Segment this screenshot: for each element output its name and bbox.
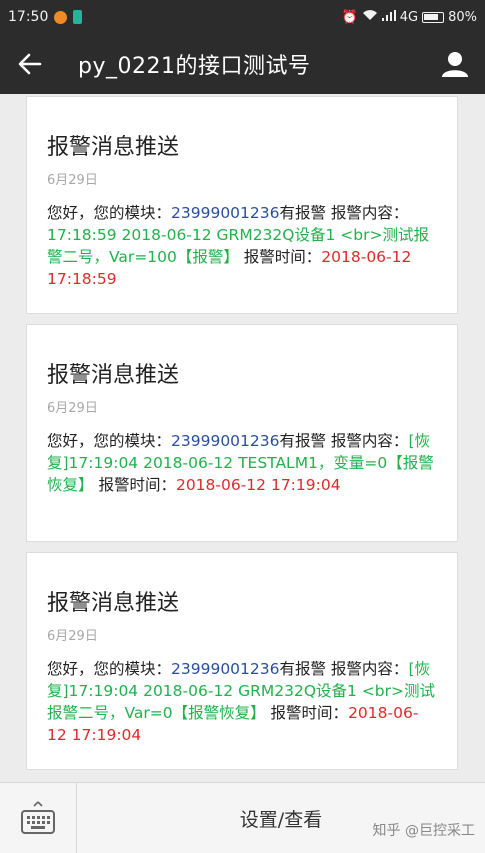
message-body: 您好，您的模块：23999001236有报警 报警内容：17:18:59 201… — [47, 202, 437, 290]
back-button[interactable] — [0, 34, 60, 94]
alarm-time-label: 报警时间： — [238, 248, 322, 266]
message-body: 您好，您的模块：23999001236有报警 报警内容：[恢复]17:19:04… — [47, 658, 437, 746]
message-card[interactable]: 报警消息推送 6月29日 您好，您的模块：23999001236有报警 报警内容… — [26, 96, 458, 314]
message-date: 6月29日 — [47, 401, 98, 416]
message-date: 6月29日 — [47, 173, 98, 188]
greeting-text: 您好，您的模块： — [47, 660, 172, 678]
module-id: 23999001236 — [171, 432, 280, 450]
alarm-prefix: 有报警 报警内容： — [279, 660, 409, 678]
message-date: 6月29日 — [47, 629, 98, 644]
status-time: 17:50 — [8, 9, 49, 25]
watermark: 知乎 @巨控采工 — [372, 823, 475, 839]
arrow-left-icon — [18, 53, 42, 75]
greeting-text: 您好，您的模块： — [47, 432, 172, 450]
message-title: 报警消息推送 — [47, 591, 180, 616]
alarm-time: 2018-06-12 17:19:04 — [175, 476, 341, 494]
alarm-time-label: 报警时间： — [93, 476, 176, 494]
alarm-time-label: 报警时间： — [265, 704, 349, 722]
notification-sim-icon — [73, 10, 83, 24]
person-icon — [442, 52, 468, 77]
keyboard-toggle-button[interactable] — [0, 783, 77, 853]
message-list[interactable]: 报警消息推送 6月29日 您好，您的模块：23999001236有报警 报警内容… — [0, 94, 485, 782]
greeting-text: 您好，您的模块： — [47, 204, 172, 222]
keyboard-icon — [21, 801, 55, 834]
alarm-prefix: 有报警 报警内容： — [279, 432, 409, 450]
message-title: 报警消息推送 — [47, 363, 180, 388]
module-id: 23999001236 — [171, 660, 280, 678]
wifi-icon — [362, 9, 378, 25]
signal-icon — [381, 9, 396, 25]
battery-icon — [422, 11, 445, 23]
battery-level: 80% — [448, 9, 477, 25]
bottom-menu-bar: 设置/查看 — [0, 782, 485, 853]
message-title: 报警消息推送 — [47, 135, 180, 160]
alarm-prefix: 有报警 报警内容： — [279, 204, 409, 222]
notification-app-icon — [54, 10, 68, 24]
network-type: 4G — [399, 9, 419, 25]
message-card[interactable]: 报警消息推送 6月29日 您好，您的模块：23999001236有报警 报警内容… — [26, 552, 458, 770]
page-title: py_0221的接口测试号 — [78, 54, 311, 79]
status-indicators: ⏰ 4G 80% — [342, 9, 477, 25]
profile-button[interactable] — [425, 34, 485, 94]
message-card[interactable]: 报警消息推送 6月29日 您好，您的模块：23999001236有报警 报警内容… — [26, 324, 458, 542]
alarm-clock-icon: ⏰ — [341, 9, 358, 25]
status-bar: 17:50 ⏰ 4G 80% — [0, 0, 485, 34]
title-bar: py_0221的接口测试号 — [0, 34, 485, 94]
message-body: 您好，您的模块：23999001236有报警 报警内容：[恢复]17:19:04… — [47, 430, 437, 496]
module-id: 23999001236 — [171, 204, 280, 222]
